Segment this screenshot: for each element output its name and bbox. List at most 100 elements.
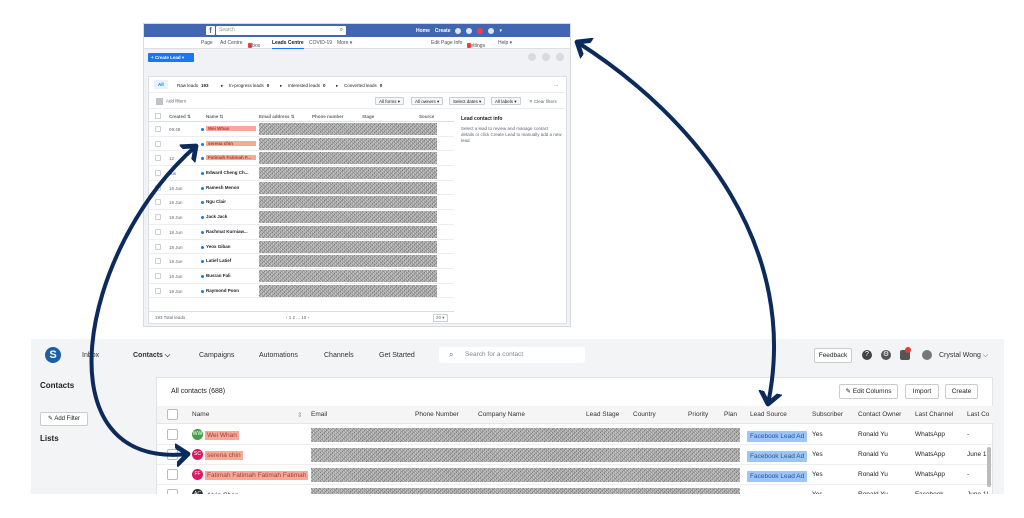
lead-name[interactable]: Rachmat Kurniaw... [206,229,256,234]
create-button[interactable]: Create [945,384,978,399]
fb-lead-row[interactable]: 18 Jun Ramesh Menon [149,181,454,196]
select-all-checkbox[interactable] [155,113,161,119]
add-filters-input[interactable]: Add filters [156,98,186,105]
lead-name[interactable]: Yeox Giban [206,244,256,249]
per-page-select[interactable]: 20 ▾ [433,314,448,322]
col-subscriber[interactable]: Subscriber [812,411,843,418]
row-checkbox[interactable] [155,228,161,235]
stage-tab-interested[interactable]: Interested leads 0 [288,83,326,88]
fb-tab-ad-centre[interactable]: Ad Centre [220,40,243,46]
stage-tab-converted[interactable]: Converted leads 0 [344,83,382,88]
import-button[interactable]: Import [905,384,939,399]
friends-icon[interactable] [455,27,462,34]
row-checkbox[interactable] [155,258,161,265]
lead-name[interactable]: Raymond Poon [206,288,256,293]
stage-tab-raw[interactable]: Raw leads 193 [177,83,209,88]
row-checkbox[interactable] [155,140,161,147]
select-all-checkbox[interactable] [167,409,178,420]
feedback-button[interactable]: Feedback [814,348,852,363]
col-priority[interactable]: Priority [688,411,708,418]
fb-tab-covid[interactable]: COVID-19 [309,40,332,46]
contact-row[interactable]: WW Wei Whan Facebook Lead Ad Yes Ronald Yu Wh… [157,425,994,445]
fb-lead-row[interactable]: 18 Jun Ngu Clair [149,195,454,211]
col-phone[interactable]: Phone Number [415,411,459,418]
row-checkbox[interactable] [167,489,178,494]
search-icon[interactable]: ⌕ [340,26,343,35]
fb-lead-row[interactable]: 18 Jun Raymond Poon [149,284,454,299]
labels-select[interactable]: All labels ▾ [491,97,521,105]
dates-select[interactable]: Select dates ▾ [449,97,486,105]
row-checkbox[interactable] [155,170,161,177]
row-checkbox[interactable] [155,272,161,279]
col-plan[interactable]: Plan [724,411,737,418]
fb-lead-row[interactable]: Jun Edward Cheng Ch... [149,166,454,181]
fb-lead-row[interactable]: 18 Jun Busran Fali [149,269,454,284]
bell-icon[interactable] [542,53,550,61]
row-checkbox[interactable] [155,287,161,294]
fb-lead-row[interactable]: 09:49 Wei Whan [149,122,454,137]
edit-columns-button[interactable]: ✎ Edit Columns [839,384,898,399]
gear-icon[interactable] [556,53,564,61]
lead-name[interactable]: Edward Cheng Ch... [206,170,256,175]
nav-campaigns[interactable]: Campaigns [199,352,234,359]
row-checkbox[interactable] [155,126,161,132]
row-checkbox[interactable] [155,184,161,191]
create-lead-button[interactable]: + Create Lead ▾ [148,53,194,62]
app-logo-icon[interactable]: S [45,347,61,363]
fb-lead-row[interactable]: 18 Jun Rachmat Kurniaw... [149,225,454,240]
forms-select[interactable]: All forms ▾ [375,97,405,105]
row-checkbox[interactable] [155,155,161,162]
person-icon[interactable] [528,53,536,61]
contact-row[interactable]: SC serena chin Facebook Lead Ad Yes Ronald Y… [157,445,994,465]
lead-name[interactable]: Busran Fali [206,273,256,278]
row-checkbox[interactable] [155,214,161,221]
lead-name[interactable]: Ramesh Menon [206,185,256,190]
col-lead-source[interactable]: Lead Source [750,411,787,418]
help-icon[interactable] [488,27,495,34]
col-last-channel[interactable]: Last Channel [915,411,953,418]
contact-name[interactable]: Alvin Chan [205,491,240,494]
col-lead-stage[interactable]: Lead Stage [586,411,619,418]
user-avatar-icon[interactable] [922,350,932,360]
fb-tab-help[interactable]: Help ▾ [498,40,512,46]
nav-automations[interactable]: Automations [259,352,298,359]
col-last-contacted[interactable]: Last Co [967,411,989,418]
fb-search-input[interactable]: Search ⌕ [216,26,346,35]
lead-name[interactable]: Ngu Clair [206,199,256,204]
fb-lead-row[interactable]: 18 Jun Latief Latief [149,254,454,269]
col-name[interactable]: Name ⇅ [206,114,223,120]
col-contact-owner[interactable]: Contact Owner [858,411,901,418]
fb-lead-row[interactable]: 18 Jun Yeox Giban [149,240,454,255]
help-icon[interactable]: ? [862,350,872,360]
stage-tab-all[interactable]: All [154,80,168,89]
facebook-logo-icon[interactable]: f [206,26,215,35]
contact-row[interactable]: ACAlvin Chan - Yes Ronald Yu Facebook June 1! [157,485,994,494]
nav-inbox[interactable]: Inbox [82,352,99,359]
col-country[interactable]: Country [633,411,656,418]
fb-tab-page[interactable]: Page [201,40,213,46]
notifications-icon[interactable] [477,27,484,34]
fb-tab-leads-centre[interactable]: Leads Centre [272,40,304,49]
col-email[interactable]: Email [311,411,327,418]
row-checkbox[interactable] [155,199,161,206]
more-options-icon[interactable]: ··· [554,83,559,88]
row-checkbox[interactable] [167,469,178,480]
fb-tab-edit-page-info[interactable]: Edit Page Info [431,40,462,46]
fb-tab-more[interactable]: More ▾ [337,40,352,46]
table-scrollbar[interactable] [987,447,991,487]
sort-icon[interactable]: ⇕ [297,411,302,419]
contact-name[interactable]: Fatimah Fatimah Fatimah Fatimah [205,471,309,480]
fb-lead-row[interactable]: 18 Jun Jack Jack [149,210,454,225]
lead-name[interactable]: Jack Jack [206,214,256,219]
fb-lead-row[interactable]: serena chin [149,137,454,152]
add-filter-button[interactable]: ✎ Add Filter [40,412,88,426]
lead-name[interactable]: Wei Whan [206,126,256,131]
lead-name[interactable]: Fatimah Fatimah F... [206,155,256,161]
lead-name[interactable]: serena chin [206,140,256,146]
clear-filters-button[interactable]: ✕ Clear filters [529,99,557,105]
col-created[interactable]: Created ⇅ [169,114,191,120]
col-company[interactable]: Company Name [478,411,525,418]
fb-nav-home[interactable]: Home [416,28,430,34]
contact-name[interactable]: Wei Whan [205,431,239,440]
row-checkbox[interactable] [167,449,178,460]
